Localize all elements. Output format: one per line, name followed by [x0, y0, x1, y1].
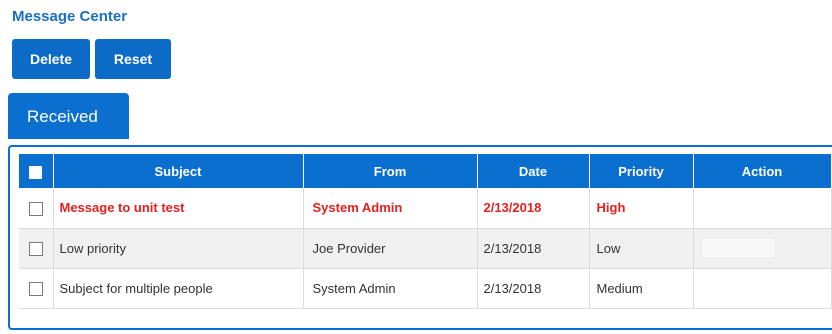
- column-header-action: Action: [693, 154, 832, 188]
- message-subject[interactable]: Subject for multiple people: [53, 268, 304, 309]
- page-title: Message Center: [12, 8, 128, 25]
- row-select-cell: [19, 188, 54, 229]
- reset-button[interactable]: Reset: [95, 39, 171, 79]
- table-header-row: Subject From Date Priority Action: [19, 154, 832, 188]
- column-header-subject[interactable]: Subject: [53, 154, 304, 188]
- column-header-priority[interactable]: Priority: [589, 154, 694, 188]
- table-row[interactable]: Message to unit test System Admin 2/13/2…: [19, 188, 832, 229]
- message-sender: System Admin: [303, 268, 478, 309]
- message-sender: Joe Provider: [303, 228, 478, 269]
- message-toolbar: Delete Reset: [12, 39, 171, 79]
- message-priority: Low: [589, 228, 694, 269]
- message-sender: System Admin: [303, 188, 478, 229]
- table-row[interactable]: Low priority Joe Provider 2/13/2018 Low: [19, 228, 832, 269]
- row-select-cell: [19, 228, 54, 269]
- message-date: 2/13/2018: [477, 228, 590, 269]
- row-checkbox[interactable]: [28, 201, 43, 216]
- column-header-date[interactable]: Date: [477, 154, 590, 188]
- row-checkbox[interactable]: [28, 281, 43, 296]
- message-date: 2/13/2018: [477, 268, 590, 309]
- message-tabs: Received: [8, 93, 832, 139]
- message-action: [693, 228, 832, 269]
- message-subject[interactable]: Message to unit test: [53, 188, 304, 229]
- message-action: [693, 268, 832, 309]
- tab-received[interactable]: Received: [8, 93, 129, 139]
- row-checkbox[interactable]: [28, 241, 43, 256]
- select-all-checkbox[interactable]: [29, 165, 43, 179]
- table-row[interactable]: Subject for multiple people System Admin…: [19, 268, 832, 309]
- message-action: [693, 188, 832, 229]
- message-priority: High: [589, 188, 694, 229]
- message-priority: Medium: [589, 268, 694, 309]
- received-messages-panel: Subject From Date Priority Action Messag…: [8, 145, 832, 330]
- row-select-cell: [19, 268, 54, 309]
- column-header-from[interactable]: From: [303, 154, 478, 188]
- message-date: 2/13/2018: [477, 188, 590, 229]
- messages-table: Subject From Date Priority Action Messag…: [19, 154, 832, 309]
- delete-button[interactable]: Delete: [12, 39, 90, 79]
- select-all-header: [19, 154, 54, 188]
- message-subject[interactable]: Low priority: [53, 228, 304, 269]
